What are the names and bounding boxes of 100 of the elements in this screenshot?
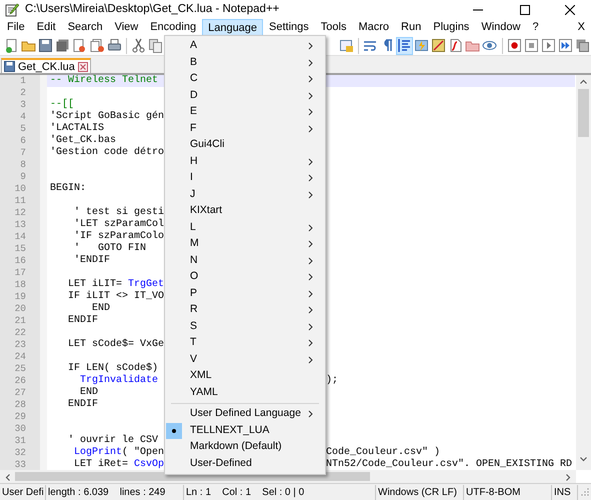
code-line: ENDIF — [67, 399, 98, 410]
menu-option[interactable]: B — [165, 54, 325, 71]
copy-icon — [148, 38, 163, 53]
menu-option[interactable]: R — [165, 302, 325, 318]
code-line: IF iLIT <> IT_VO — [67, 291, 164, 302]
menu-option[interactable]: T — [165, 335, 325, 352]
code-line: 'Get_CK.bas — [50, 135, 116, 146]
menu-option[interactable]: F — [165, 120, 325, 137]
line-number: 3 — [20, 99, 26, 111]
status-field: UTF-8-BOM — [464, 484, 552, 500]
menu-option[interactable]: C — [165, 71, 325, 88]
save-button[interactable] — [37, 36, 54, 54]
menu-item[interactable]: Language — [202, 19, 264, 36]
vertical-scrollbar[interactable] — [576, 75, 591, 470]
save-all-button[interactable] — [54, 36, 72, 54]
notepad-icon — [5, 2, 19, 16]
menu-option[interactable]: Gui4Cli — [165, 137, 325, 154]
menu-item[interactable]: View — [108, 19, 144, 36]
menu-item[interactable]: Settings — [263, 19, 315, 36]
menu-item[interactable]: Plugins — [427, 19, 476, 36]
menu-option[interactable]: YAML — [165, 384, 325, 401]
line-number: 25 — [14, 363, 26, 375]
save-macro-button[interactable] — [574, 36, 591, 54]
scissors-button[interactable] — [130, 36, 147, 54]
resize-grip-icon[interactable] — [581, 488, 589, 496]
code-line: LET iLIT= TrgGet — [67, 279, 164, 290]
menu-option[interactable]: N — [165, 252, 325, 269]
menu-item[interactable]: Run — [395, 19, 428, 36]
window-title: C:\Users\Mireia\Desktop\Get_CK.lua - Notepad++ — [25, 2, 280, 17]
scroll-up-icon[interactable] — [580, 79, 587, 84]
copy-button[interactable] — [146, 36, 164, 54]
menu-item[interactable]: Edit — [30, 19, 62, 36]
menu-option[interactable]: TELLNEXT_LUA — [165, 422, 325, 439]
line-number: 28 — [14, 399, 26, 411]
line-number: 23 — [14, 339, 26, 351]
menu-option[interactable]: H — [165, 154, 325, 170]
indent-guide-button[interactable] — [396, 36, 414, 54]
code-line: END — [91, 303, 110, 314]
close-tab-icon[interactable] — [78, 62, 88, 72]
menu-option[interactable]: J — [165, 186, 325, 203]
status-field: Ln : 1 Col : 1 Sel : 0 | 0 — [184, 484, 376, 500]
menu-option[interactable]: S — [165, 318, 325, 335]
menu-option[interactable]: KIXtart — [165, 203, 325, 220]
menu-option[interactable]: User Defined Language — [165, 406, 325, 422]
line-number: 30 — [14, 423, 26, 435]
menu-option[interactable]: XML — [165, 368, 325, 384]
close-all-button[interactable] — [88, 36, 106, 54]
maximize-icon[interactable] — [520, 4, 530, 14]
menu-option[interactable]: O — [165, 269, 325, 286]
status-field: length : 6.039 lines : 249 — [46, 484, 184, 500]
menu-item[interactable]: Window — [475, 19, 526, 36]
menu-option[interactable]: P — [165, 286, 325, 302]
line-number: 26 — [14, 375, 26, 387]
line-number: 8 — [20, 159, 26, 171]
stop-icon — [524, 38, 539, 53]
line-number: 17 — [14, 267, 26, 279]
menu-option[interactable]: A — [165, 38, 325, 54]
line-number: 16 — [14, 255, 26, 267]
menu-option[interactable]: I — [165, 170, 325, 186]
menu-option[interactable]: E — [165, 104, 325, 120]
menu-option[interactable]: Markdown (Default) — [165, 439, 325, 456]
printer-icon — [106, 38, 122, 53]
close-document-button[interactable]: X — [578, 19, 585, 36]
menu-option[interactable]: M — [165, 236, 325, 252]
menu-option[interactable]: D — [165, 88, 325, 104]
document-tab[interactable]: Get_CK.lua — [1, 58, 91, 73]
code-line: ' test si gesti — [73, 207, 164, 218]
menu-item[interactable]: ? — [526, 19, 545, 36]
code-line: NTn52/Code_Couleur.csv". OPEN_EXISTING RD — [326, 459, 572, 470]
line-number: 21 — [14, 315, 26, 327]
menu-item[interactable]: Encoding — [144, 19, 202, 36]
line-number: 12 — [14, 207, 26, 219]
menu-item[interactable]: File — [1, 19, 31, 36]
line-number: 29 — [14, 411, 26, 423]
line-number: 33 — [14, 459, 26, 470]
close-all-icon — [90, 38, 105, 53]
record-button[interactable] — [505, 36, 523, 54]
line-number: 9 — [20, 171, 26, 183]
code-line: 'LACTALIS — [50, 123, 104, 134]
scroll-thumb[interactable] — [578, 89, 589, 137]
menu-option[interactable]: User-Defined — [165, 456, 325, 472]
scissors-icon — [130, 38, 146, 53]
line-number: 31 — [14, 435, 26, 447]
play-button[interactable] — [540, 36, 557, 54]
line-number: 15 — [14, 243, 26, 255]
code-line: END — [79, 387, 98, 398]
menu-item[interactable]: Macro — [352, 19, 396, 36]
menu-option[interactable]: V — [165, 352, 325, 368]
fast-forward-button[interactable] — [556, 36, 574, 54]
menu-item[interactable]: Tools — [314, 19, 352, 36]
menu-option[interactable]: L — [165, 220, 325, 236]
line-number: 1 — [20, 75, 26, 87]
stop-button[interactable] — [522, 36, 540, 54]
scroll-down-icon[interactable] — [580, 457, 587, 462]
scroll-left-icon[interactable] — [5, 474, 10, 481]
scroll-right-icon[interactable] — [566, 474, 571, 481]
record-icon — [506, 38, 522, 53]
close-icon[interactable] — [565, 4, 575, 14]
code-line: ' ouvrir le CSV — [67, 435, 158, 446]
menu-item[interactable]: Search — [62, 19, 109, 36]
